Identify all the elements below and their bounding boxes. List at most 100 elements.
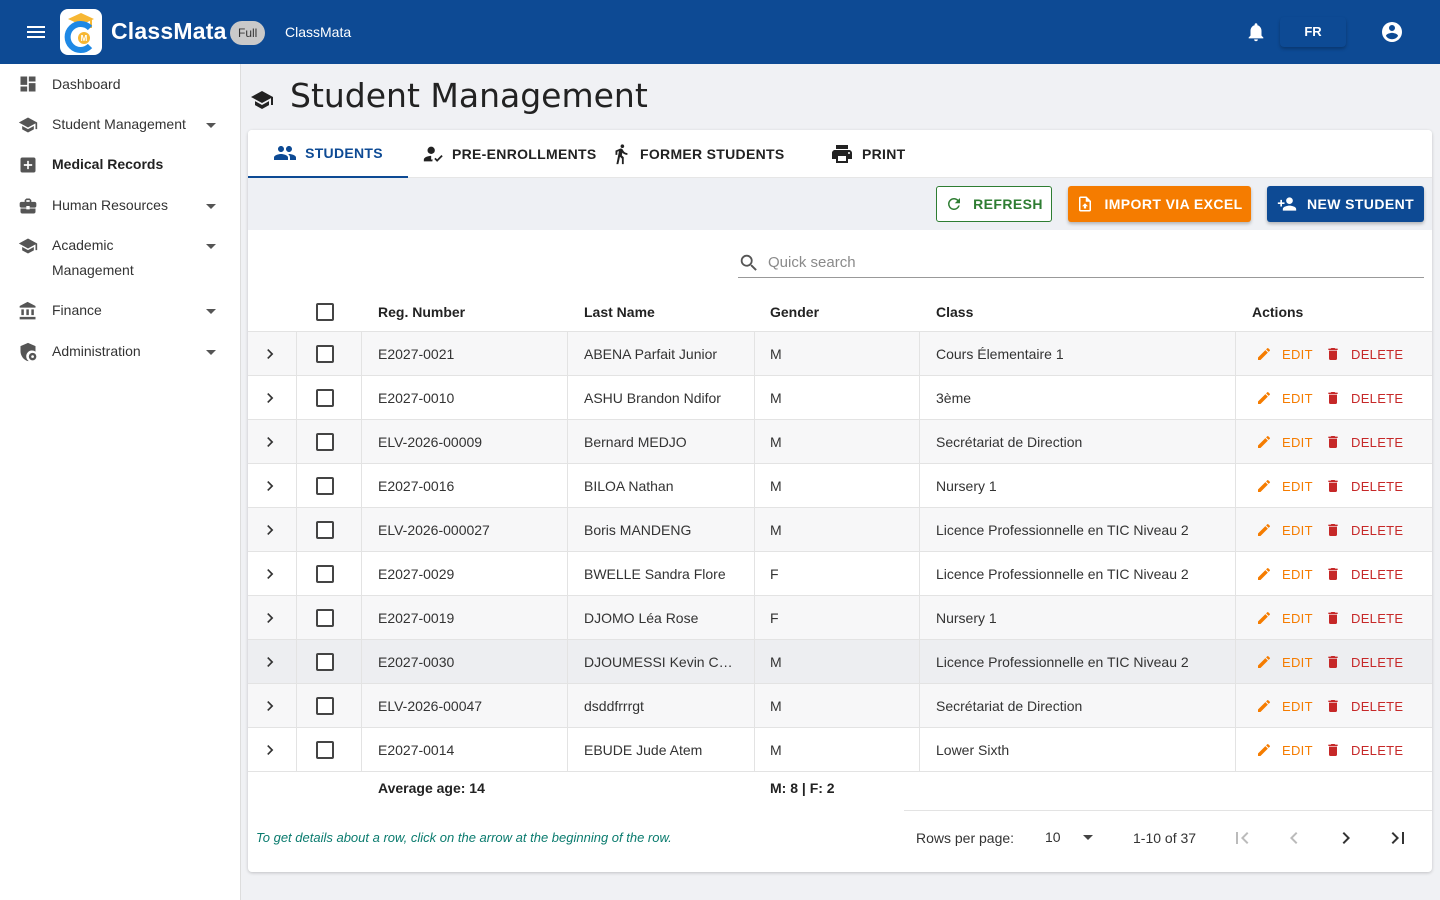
bell-icon[interactable] [1245, 21, 1267, 43]
column-divider [754, 376, 755, 420]
new-student-button[interactable]: NEW STUDENT [1267, 186, 1424, 222]
next-page-icon[interactable] [1334, 826, 1358, 850]
class-cell: Licence Professionnelle en TIC Niveau 2 [936, 522, 1189, 538]
row-checkbox[interactable] [316, 697, 334, 715]
edit-button[interactable]: EDIT [1256, 376, 1313, 420]
last-page-icon[interactable] [1386, 826, 1410, 850]
top-app-bar: M ClassMata Full ClassMata FR [0, 0, 1440, 64]
edit-button[interactable]: EDIT [1256, 464, 1313, 508]
delete-button[interactable]: DELETE [1325, 684, 1403, 728]
delete-button[interactable]: DELETE [1325, 596, 1403, 640]
delete-button[interactable]: DELETE [1325, 332, 1403, 376]
edit-button[interactable]: EDIT [1256, 596, 1313, 640]
rows-per-page-select[interactable]: 10 [1045, 824, 1095, 850]
refresh-button[interactable]: REFRESH [936, 186, 1052, 222]
delete-label: DELETE [1351, 346, 1404, 362]
edit-label: EDIT [1282, 478, 1313, 494]
reg-number-cell: E2027-0019 [378, 610, 455, 626]
edit-button[interactable]: EDIT [1256, 508, 1313, 552]
edit-button[interactable]: EDIT [1256, 640, 1313, 684]
column-divider [754, 508, 755, 552]
chevron-right-icon[interactable] [260, 344, 280, 364]
chevron-right-icon[interactable] [260, 564, 280, 584]
chevron-down-icon [206, 309, 216, 314]
sidebar-item-academic-management[interactable]: Academic Management [0, 233, 240, 289]
column-reg-number[interactable]: Reg. Number [378, 304, 465, 320]
last-name-cell: BILOA Nathan [584, 478, 674, 494]
edit-button[interactable]: EDIT [1256, 684, 1313, 728]
sidebar-item-human-resources[interactable]: Human Resources [0, 193, 240, 233]
column-class[interactable]: Class [936, 304, 973, 320]
row-checkbox[interactable] [316, 741, 334, 759]
row-checkbox[interactable] [316, 433, 334, 451]
page-range: 1-10 of 37 [1133, 830, 1197, 846]
row-checkbox[interactable] [316, 565, 334, 583]
gender-cell: M [770, 434, 782, 450]
delete-button[interactable]: DELETE [1325, 464, 1403, 508]
tab-pre-enrollments[interactable]: PRE-ENROLLMENTS [422, 130, 597, 178]
edit-button[interactable]: EDIT [1256, 728, 1313, 772]
svg-text:M: M [81, 34, 88, 43]
row-checkbox[interactable] [316, 389, 334, 407]
column-divider [919, 728, 920, 772]
sidebar-item-label: Student Management [52, 116, 186, 132]
table-row: ELV-2026-00047 dsddfrrrgt M Secrétariat … [248, 684, 1432, 728]
quick-search [738, 248, 1424, 278]
gender-cell: M [770, 698, 782, 714]
column-gender[interactable]: Gender [770, 304, 819, 320]
delete-button[interactable]: DELETE [1325, 420, 1403, 464]
chevron-right-icon[interactable] [260, 476, 280, 496]
chevron-right-icon[interactable] [260, 520, 280, 540]
chevron-right-icon[interactable] [260, 432, 280, 452]
pencil-icon [1258, 743, 1271, 756]
edit-button[interactable]: EDIT [1256, 420, 1313, 464]
chevron-down-icon [206, 244, 216, 249]
sidebar-item-dashboard[interactable]: Dashboard [0, 72, 240, 112]
tab-label: STUDENTS [305, 145, 383, 161]
row-checkbox[interactable] [316, 345, 334, 363]
chevron-right-icon[interactable] [260, 652, 280, 672]
tab-students[interactable]: STUDENTS [248, 130, 408, 178]
delete-button[interactable]: DELETE [1325, 728, 1403, 772]
chevron-right-icon[interactable] [260, 608, 280, 628]
select-all-checkbox[interactable] [316, 303, 334, 321]
column-divider [567, 552, 568, 596]
column-divider [296, 508, 297, 552]
tab-label: PRINT [862, 146, 906, 162]
reg-number-cell: ELV-2026-00009 [378, 434, 483, 450]
first-page-icon[interactable] [1230, 826, 1254, 850]
column-divider [361, 420, 362, 464]
column-divider [754, 640, 755, 684]
chevron-right-icon[interactable] [260, 696, 280, 716]
row-checkbox[interactable] [316, 477, 334, 495]
sidebar-item-medical-records[interactable]: Medical Records [0, 152, 240, 192]
pencil-icon [1258, 655, 1271, 668]
delete-button[interactable]: DELETE [1325, 508, 1403, 552]
import-excel-button[interactable]: IMPORT VIA EXCEL [1068, 186, 1251, 222]
language-button[interactable]: FR [1280, 17, 1346, 47]
column-last-name[interactable]: Last Name [584, 304, 655, 320]
row-checkbox[interactable] [316, 653, 334, 671]
chevron-right-icon[interactable] [260, 740, 280, 760]
chevron-right-icon[interactable] [260, 388, 280, 408]
delete-button[interactable]: DELETE [1325, 376, 1403, 420]
menu-icon[interactable] [24, 20, 48, 44]
pencil-icon [1258, 479, 1271, 492]
sidebar-item-administration[interactable]: Administration [0, 339, 240, 379]
school-icon [18, 117, 38, 133]
tab-former-students[interactable]: FORMER STUDENTS [610, 130, 785, 178]
delete-button[interactable]: DELETE [1325, 552, 1403, 596]
row-checkbox[interactable] [316, 609, 334, 627]
sidebar-item-finance[interactable]: Finance [0, 298, 240, 338]
delete-button[interactable]: DELETE [1325, 640, 1403, 684]
edit-button[interactable]: EDIT [1256, 552, 1313, 596]
column-divider [919, 376, 920, 420]
sidebar-item-student-management[interactable]: Student Management [0, 112, 240, 152]
edit-button[interactable]: EDIT [1256, 332, 1313, 376]
account-icon[interactable] [1380, 20, 1404, 44]
previous-page-icon[interactable] [1282, 826, 1306, 850]
table-row: ELV-2026-000027 Boris MANDENG M Licence … [248, 508, 1432, 552]
tab-print[interactable]: PRINT [830, 130, 906, 178]
row-checkbox[interactable] [316, 521, 334, 539]
search-input[interactable] [768, 254, 1408, 271]
